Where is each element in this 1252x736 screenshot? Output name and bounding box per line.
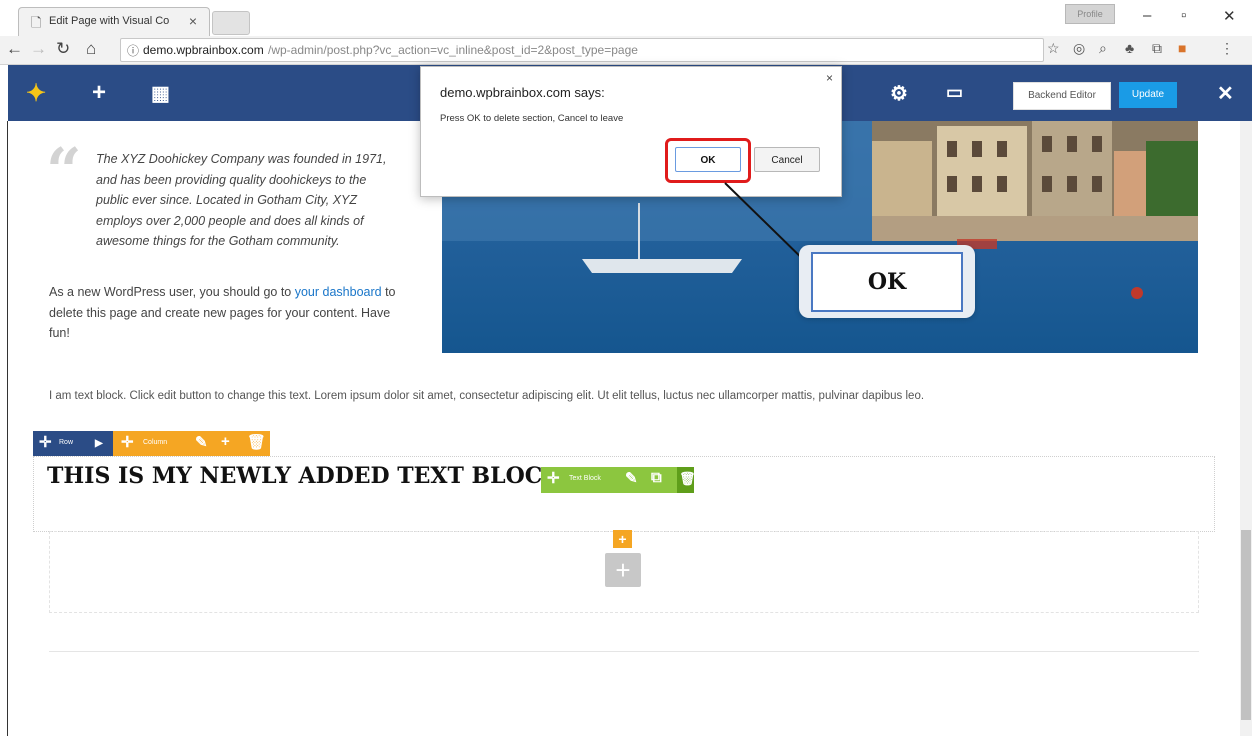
gear-icon[interactable]: ⚙ [890,81,908,106]
back-icon[interactable]: ← [6,39,23,59]
edit-text-block-icon[interactable]: ✎ [625,469,638,487]
row-controls[interactable]: ✛ Row ▶ [33,431,113,456]
column-controls[interactable]: ✛ Column ✎ + 🗑 [113,431,270,456]
copy-icon[interactable]: ⧉ [1152,40,1162,57]
templates-icon[interactable]: ▦ [151,81,170,106]
text-block-controls[interactable]: ✛ Text Block ✎ ⧉ [541,467,677,493]
browser-tab[interactable]: 🗋 Edit Page with Visual Co × [18,7,210,37]
minimize-button[interactable]: – [1143,7,1151,24]
delete-column-icon[interactable]: 🗑 [247,433,266,451]
window-close-button[interactable]: ✕ [1223,7,1236,25]
add-column-button[interactable]: + [613,530,632,548]
delete-text-block-button[interactable]: 🗑 [677,467,696,493]
logo-icon[interactable]: ✦ [26,79,46,108]
menu-icon[interactable]: ⋮ [1220,40,1234,57]
address-domain: demo.wpbrainbox.com [143,43,264,57]
edit-column-icon[interactable]: ✎ [195,433,208,451]
backend-editor-button[interactable]: Backend Editor [1013,82,1111,110]
forward-icon[interactable]: → [30,39,47,59]
address-path: /wp-admin/post.php?vc_action=vc_inline&p… [268,43,638,57]
expand-row-icon[interactable]: ▶ [95,438,103,449]
move-row-icon[interactable]: ✛ [39,433,52,451]
text-block-paragraph: I am text block. Click edit button to ch… [49,390,925,402]
dashboard-link[interactable]: your dashboard [295,285,382,299]
extension-icon[interactable]: ■ [1178,40,1186,56]
move-column-icon[interactable]: ✛ [121,433,134,451]
column-label: Column [143,439,168,446]
reload-icon[interactable]: ↻ [56,39,70,59]
dialog-close-icon[interactable]: × [826,71,833,85]
add-element-icon[interactable]: + [92,79,106,107]
browser-toolbar: ← → ↻ ⌂ ⓘ demo.wpbrainbox.com /wp-admin/… [0,36,1252,65]
page-icon: 🗋 [31,15,42,30]
search-icon[interactable]: ⌕ [1099,40,1107,57]
update-button[interactable]: Update [1119,82,1177,108]
dialog-cancel-button[interactable]: Cancel [754,147,820,172]
dialog-title: demo.wpbrainbox.com says: [440,85,605,100]
intro-text: As a new WordPress user, you should go t… [49,285,295,299]
add-element-button[interactable]: + [605,553,641,587]
info-icon[interactable]: ⓘ [127,42,139,59]
address-bar[interactable]: ⓘ demo.wpbrainbox.com /wp-admin/post.php… [120,38,1044,62]
text-block-label: Text Block [569,475,601,482]
confirm-dialog: demo.wpbrainbox.com says: Press OK to de… [420,66,842,197]
profile-button[interactable]: Profile [1065,4,1115,24]
responsive-preview-icon[interactable]: ▭ [946,82,963,103]
new-text-block-heading: THIS IS MY NEWLY ADDED TEXT BLOC [47,463,543,489]
trash-icon: 🗑 [679,471,696,486]
blockquote: The XYZ Doohickey Company was founded in… [96,152,387,248]
tab-title: Edit Page with Visual Co [49,15,170,27]
add-to-column-icon[interactable]: + [221,433,230,450]
bookmark-star-icon[interactable]: ☆ [1047,40,1060,57]
dialog-message: Press OK to delete section, Cancel to le… [440,113,624,124]
callout-ok-label: OK [811,252,963,312]
home-icon[interactable]: ⌂ [86,39,96,59]
camera-icon[interactable]: ◎ [1073,40,1085,57]
quote-mark-icon: “ [46,134,82,207]
window-left-border [7,121,8,736]
maximize-button[interactable]: ▫ [1181,7,1186,24]
move-text-block-icon[interactable]: ✛ [547,469,560,487]
scrollbar-thumb[interactable] [1241,530,1251,720]
intro-paragraph: As a new WordPress user, you should go t… [49,282,409,344]
tab-close-icon[interactable]: × [189,13,197,29]
close-editor-icon[interactable]: ✕ [1217,81,1234,106]
new-tab-button[interactable] [212,11,250,35]
divider [49,651,1199,652]
browser-tab-strip: 🗋 Edit Page with Visual Co × Profile – ▫… [0,0,1252,37]
ok-highlight-box [665,138,751,183]
extension-icon[interactable]: ♣ [1125,40,1134,56]
row-label: Row [59,439,74,446]
clone-text-block-icon[interactable]: ⧉ [651,469,662,486]
